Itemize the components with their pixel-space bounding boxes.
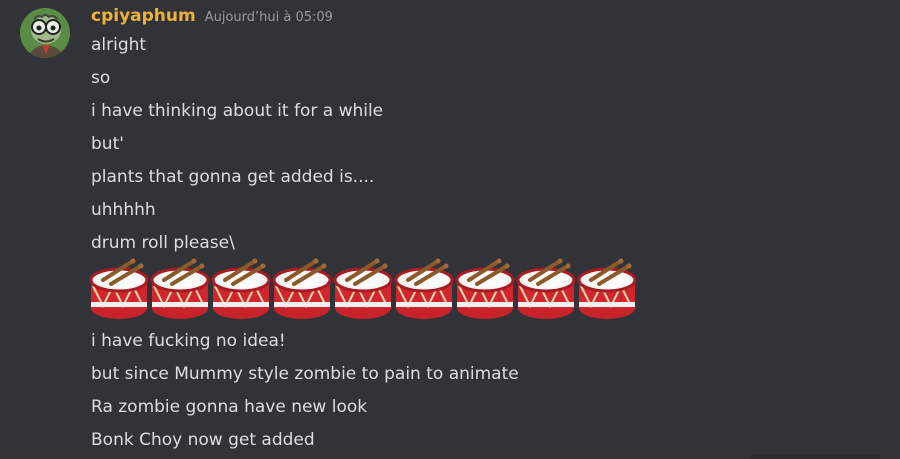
drum-emoji[interactable]	[577, 258, 638, 322]
message-line: plants that gonna get added is....	[91, 167, 375, 187]
drum-emoji[interactable]	[333, 258, 394, 322]
drum-emoji[interactable]	[272, 258, 333, 322]
drum-emoji[interactable]	[89, 258, 150, 322]
username[interactable]: cpiyaphum	[91, 6, 196, 26]
timestamp[interactable]: Aujourd’hui à 05:09	[205, 10, 333, 25]
message-line: uhhhhh	[91, 200, 156, 220]
message-line: i have thinking about it for a while	[91, 101, 384, 121]
message-line: but'	[91, 134, 124, 154]
message-line: Ra zombie gonna have new look	[91, 397, 368, 417]
message-line: i have fucking no idea!	[91, 331, 286, 351]
chat-message: cpiyaphum Aujourd’hui à 05:09 alright so…	[0, 0, 900, 459]
message-lines-before: alright so i have thinking about it for …	[91, 32, 871, 263]
message-line: but since Mummy style zombie to pain to …	[91, 364, 519, 384]
user-avatar[interactable]	[20, 8, 70, 58]
drum-emoji[interactable]	[150, 258, 211, 322]
drum-emoji[interactable]	[394, 258, 455, 322]
drum-emoji[interactable]	[211, 258, 272, 322]
zombie-avatar-icon	[20, 8, 70, 58]
scroll-hint	[750, 455, 880, 459]
message-line: alright	[91, 35, 147, 55]
drum-emoji[interactable]	[516, 258, 577, 322]
message-header: cpiyaphum Aujourd’hui à 05:09	[91, 6, 333, 30]
message-line: so	[91, 68, 111, 88]
drum-emoji[interactable]	[455, 258, 516, 322]
drum-emoji-row	[89, 258, 638, 322]
message-lines-after: i have fucking no idea! but since Mummy …	[91, 328, 871, 459]
